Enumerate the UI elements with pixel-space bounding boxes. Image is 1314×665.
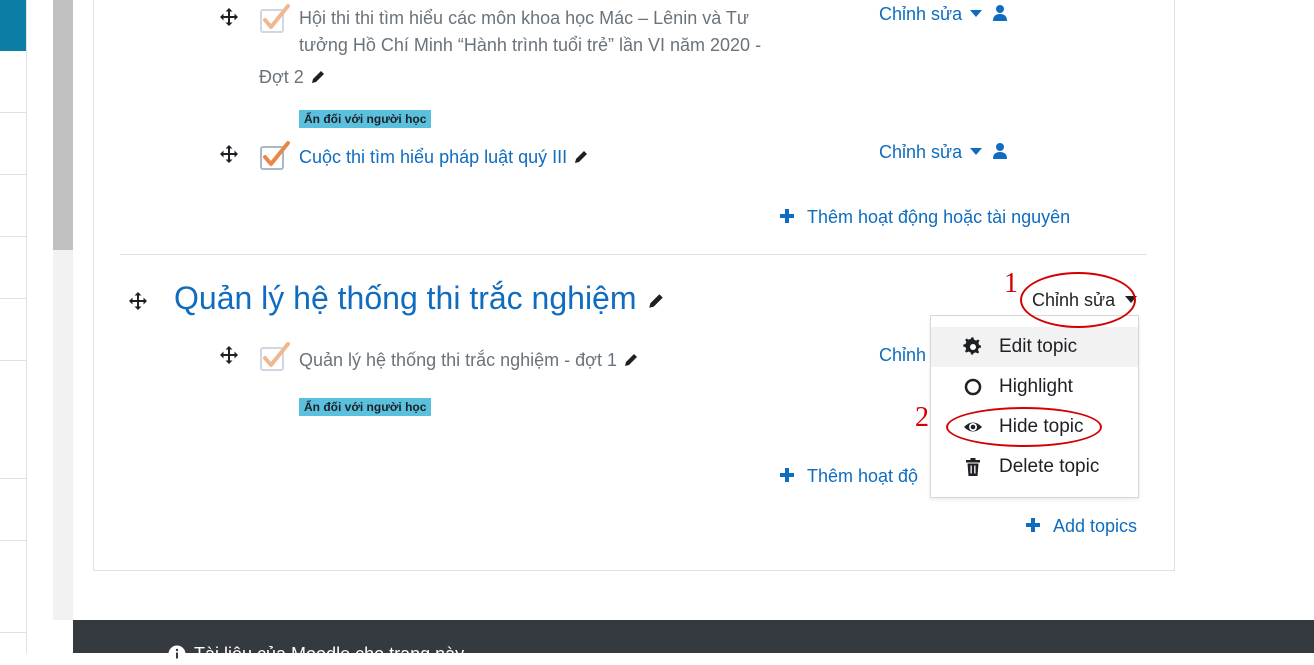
activity-name-line: tưởng Hồ Chí Minh “Hành trình tuổi trẻ” … xyxy=(299,35,762,55)
activity-edit-menu[interactable]: Chỉnh sửa xyxy=(879,4,1008,25)
section-title[interactable]: Quản lý hệ thống thi trắc nghiệm xyxy=(174,280,665,317)
add-topics-button[interactable]: Add topics xyxy=(1025,516,1137,537)
annotation-number-1: 1 xyxy=(1004,268,1018,299)
circle-icon xyxy=(964,378,982,396)
pencil-icon[interactable] xyxy=(573,149,589,165)
activity-name-line: Hội thi thi tìm hiểu các môn khoa học Má… xyxy=(299,8,749,28)
assignment-checkmark-icon xyxy=(259,2,291,34)
annotation-ellipse-2 xyxy=(946,407,1102,447)
user-icon[interactable] xyxy=(992,142,1008,160)
caret-down-icon xyxy=(970,148,983,155)
add-activity-button[interactable]: Thêm hoạt động hoặc tài nguyên xyxy=(779,207,1070,228)
section-title-text[interactable]: Quản lý hệ thống thi trắc nghiệm xyxy=(174,280,637,316)
edit-menu-label: Chỉnh xyxy=(879,345,927,365)
assignment-checkmark-icon xyxy=(259,139,291,171)
nav-divider xyxy=(0,478,26,479)
nav-divider xyxy=(0,298,26,299)
nav-divider xyxy=(0,112,26,113)
activity-link[interactable]: Quản lý hệ thống thi trắc nghiệm - đợt 1 xyxy=(299,347,639,374)
hidden-badge: Ẩn đối với người học xyxy=(299,110,432,128)
footer-docs-link[interactable]: Tài liệu của Moodle cho trang này xyxy=(168,644,464,665)
menu-item-edit-topic[interactable]: Edit topic xyxy=(931,327,1138,367)
nav-drawer xyxy=(0,0,27,653)
nav-divider xyxy=(0,236,26,237)
activity-edit-menu[interactable]: Chỉnh sửa xyxy=(879,142,1008,163)
edit-menu-label: Chỉnh sửa xyxy=(879,142,963,162)
nav-divider xyxy=(0,360,26,361)
pencil-icon[interactable] xyxy=(310,69,326,85)
activity-name[interactable]: Cuộc thi tìm hiểu pháp luật quý III xyxy=(299,147,567,167)
move-icon[interactable] xyxy=(219,7,239,27)
trash-icon xyxy=(966,458,980,476)
menu-item-highlight[interactable]: Highlight xyxy=(931,367,1138,407)
plus-icon xyxy=(780,209,794,223)
activity-edit-menu[interactable]: Chỉnh xyxy=(879,345,926,366)
gear-icon xyxy=(963,337,981,355)
pencil-icon[interactable] xyxy=(623,352,639,368)
annotation-ellipse-1 xyxy=(1020,272,1136,328)
menu-item-label: Highlight xyxy=(999,376,1073,397)
edit-menu-label: Chỉnh sửa xyxy=(879,4,963,24)
activity-name-line: Đợt 2 xyxy=(259,67,304,87)
assignment-checkmark-icon xyxy=(259,340,291,372)
activity-link[interactable]: Cuộc thi tìm hiểu pháp luật quý III xyxy=(299,144,589,171)
hidden-badge: Ẩn đối với người học xyxy=(299,398,432,416)
menu-item-label: Edit topic xyxy=(999,336,1078,357)
footer-docs-text[interactable]: Tài liệu của Moodle cho trang này xyxy=(194,644,464,664)
add-activity-button[interactable]: Thêm hoạt độ xyxy=(779,466,918,487)
page-footer: Tài liệu của Moodle cho trang này xyxy=(73,620,1314,664)
move-icon[interactable] xyxy=(219,144,239,164)
nav-divider xyxy=(0,632,26,633)
section-move-icon[interactable] xyxy=(128,291,148,311)
user-icon[interactable] xyxy=(992,4,1008,22)
plus-icon xyxy=(1026,518,1040,532)
pencil-icon[interactable] xyxy=(647,292,665,310)
activity-name[interactable]: Hội thi thi tìm hiểu các môn khoa học Má… xyxy=(299,5,761,59)
move-icon[interactable] xyxy=(219,345,239,365)
info-icon xyxy=(168,645,186,663)
add-activity-label: Thêm hoạt động hoặc tài nguyên xyxy=(807,207,1071,227)
annotation-number-2: 2 xyxy=(915,402,929,433)
nav-drawer-active-item[interactable] xyxy=(0,0,26,51)
nav-divider xyxy=(0,540,26,541)
add-activity-label: Thêm hoạt độ xyxy=(807,466,919,486)
caret-down-icon xyxy=(970,10,983,17)
add-topics-label: Add topics xyxy=(1053,516,1138,536)
scrollbar-thumb[interactable] xyxy=(53,0,73,250)
activity-name[interactable]: Quản lý hệ thống thi trắc nghiệm - đợt 1 xyxy=(299,350,617,370)
activity-name-line-3[interactable]: Đợt 2 xyxy=(259,64,326,91)
gutter xyxy=(27,0,53,653)
section-divider xyxy=(120,254,1147,255)
menu-item-label: Delete topic xyxy=(999,456,1100,477)
menu-item-delete-topic[interactable]: Delete topic xyxy=(931,447,1138,487)
plus-icon xyxy=(780,468,794,482)
nav-divider xyxy=(0,174,26,175)
